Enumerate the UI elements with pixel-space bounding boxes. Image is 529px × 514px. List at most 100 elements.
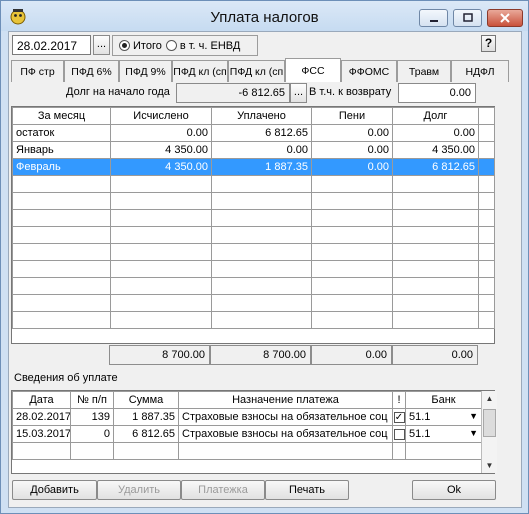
- pay-col-date[interactable]: Дата: [12, 391, 71, 409]
- col-penalty[interactable]: Пени: [311, 107, 393, 125]
- payments-scrollbar[interactable]: ▲ ▼: [481, 391, 497, 473]
- tax-payment-window: Уплата налогов 28.02.2017 ... Итого в т.…: [0, 0, 529, 514]
- monthly-empty-cell: [392, 209, 479, 227]
- tab-travm[interactable]: Травм: [397, 60, 451, 82]
- payment-cell-bank[interactable]: 51.1 ▼: [405, 425, 482, 443]
- payment-cell-date: 15.03.2017: [12, 425, 71, 443]
- tab-pfd-6[interactable]: ПФД 6%: [64, 60, 119, 82]
- refund-value[interactable]: 0.00: [398, 83, 476, 103]
- col-debt[interactable]: Долг: [392, 107, 479, 125]
- tab-fss[interactable]: ФСС: [285, 58, 341, 82]
- date-field[interactable]: 28.02.2017: [12, 35, 91, 55]
- pay-col-sum[interactable]: Сумма: [113, 391, 179, 409]
- radio-total-indicator: [119, 40, 130, 51]
- monthly-empty-row[interactable]: [12, 294, 495, 312]
- radio-envd[interactable]: в т. ч. ЕНВД: [165, 40, 240, 52]
- bank-value: 51.1: [409, 411, 431, 423]
- scroll-down-icon[interactable]: ▼: [482, 458, 497, 473]
- minimize-button[interactable]: [419, 9, 448, 27]
- col-paid[interactable]: Уплачено: [211, 107, 312, 125]
- tab-ffoms[interactable]: ФФОМС: [341, 60, 397, 82]
- monthly-row[interactable]: Февраль 4 350.00 1 887.35 0.00 6 812.65: [12, 158, 495, 176]
- radio-total[interactable]: Итого: [119, 40, 162, 52]
- maximize-icon: [462, 13, 473, 22]
- monthly-empty-row[interactable]: [12, 175, 495, 193]
- monthly-empty-cell: [311, 226, 393, 244]
- help-button[interactable]: ?: [481, 35, 496, 52]
- monthly-header-row: За месяц Исчислено Уплачено Пени Долг: [12, 107, 495, 125]
- payment-cell-checked: [392, 442, 406, 460]
- monthly-empty-cell: [392, 277, 479, 295]
- scroll-thumb[interactable]: [483, 409, 496, 437]
- refund-label: В т.ч. к возврату: [309, 86, 392, 98]
- total-paid: 8 700.00: [210, 345, 311, 365]
- monthly-empty-cell: [311, 175, 393, 193]
- tab-pfd-9[interactable]: ПФД 9%: [119, 60, 172, 82]
- add-button[interactable]: Добавить: [12, 480, 97, 500]
- payment-empty-row[interactable]: [12, 442, 482, 460]
- monthly-empty-cell: [110, 243, 212, 261]
- total-calculated: 8 700.00: [109, 345, 210, 365]
- monthly-empty-row[interactable]: [12, 226, 495, 244]
- monthly-empty-cell: [392, 311, 479, 329]
- tab-pf-str[interactable]: ПФ стр: [11, 60, 64, 82]
- payment-flag-checkbox[interactable]: ✓: [393, 411, 405, 423]
- payment-row[interactable]: 15.03.2017 0 6 812.65 Страховые взносы на о…: [12, 425, 482, 443]
- payments-header-row: Дата № п/п Сумма Назначение платежа ! Ба…: [12, 391, 482, 409]
- date-picker-button[interactable]: ...: [93, 35, 110, 55]
- pay-col-bank[interactable]: Банк: [405, 391, 482, 409]
- payment-cell-bank[interactable]: 51.1 ▼: [405, 408, 482, 426]
- monthly-empty-cell: [478, 141, 495, 159]
- total-debt: 0.00: [392, 345, 478, 365]
- monthly-empty-cell: [110, 311, 212, 329]
- monthly-cell: 4 350.00: [110, 158, 212, 176]
- payment-order-button[interactable]: Платежка: [181, 480, 265, 500]
- monthly-empty-cell: [478, 175, 495, 193]
- monthly-empty-row[interactable]: [12, 192, 495, 210]
- monthly-row[interactable]: остаток 0.00 6 812.65 0.00 0.00: [12, 124, 495, 142]
- print-button[interactable]: Печать: [265, 480, 349, 500]
- tab-ndfl[interactable]: НДФЛ: [451, 60, 509, 82]
- debt-details-button[interactable]: ...: [290, 83, 307, 103]
- col-calculated[interactable]: Исчислено: [110, 107, 212, 125]
- monthly-empty-cell: [392, 192, 479, 210]
- payment-cell-sum: 6 812.65: [113, 425, 179, 443]
- payment-row[interactable]: 28.02.2017 139 1 887.35 Страховые взносы на…: [12, 408, 482, 426]
- monthly-empty-cell: [12, 277, 111, 295]
- monthly-cell: 4 350.00: [110, 141, 212, 159]
- col-month[interactable]: За месяц: [12, 107, 111, 125]
- window-title: Уплата налогов: [210, 9, 319, 26]
- monthly-cell: 0.00: [311, 141, 393, 159]
- monthly-grid: За месяц Исчислено Уплачено Пени Долг ос…: [11, 106, 495, 344]
- chevron-down-icon[interactable]: ▼: [469, 428, 478, 438]
- monthly-empty-row[interactable]: [12, 277, 495, 295]
- monthly-empty-cell: [211, 311, 312, 329]
- monthly-empty-cell: [311, 243, 393, 261]
- payment-cell-purpose: Страховые взносы на обязательное соц: [178, 408, 393, 426]
- chevron-down-icon[interactable]: ▼: [469, 411, 478, 421]
- monthly-empty-cell: [211, 192, 312, 210]
- monthly-empty-row[interactable]: [12, 260, 495, 278]
- pay-col-purpose[interactable]: Назначение платежа: [178, 391, 393, 409]
- debt-value: -6 812.65: [176, 83, 290, 103]
- tab-pfd-kl-2[interactable]: ПФД кл (сп: [228, 60, 285, 82]
- monthly-empty-cell: [12, 311, 111, 329]
- monthly-row[interactable]: Январь 4 350.00 0.00 0.00 4 350.00: [12, 141, 495, 159]
- pay-col-number[interactable]: № п/п: [70, 391, 114, 409]
- monthly-empty-cell: [12, 209, 111, 227]
- monthly-empty-row[interactable]: [12, 311, 495, 329]
- pay-col-flag[interactable]: !: [392, 391, 406, 409]
- delete-button[interactable]: Удалить: [97, 480, 181, 500]
- monthly-cell: 6 812.65: [392, 158, 479, 176]
- payment-flag-checkbox[interactable]: [393, 428, 405, 440]
- monthly-empty-row[interactable]: [12, 209, 495, 227]
- close-button[interactable]: [487, 9, 523, 27]
- tab-pfd-kl-1[interactable]: ПФД кл (сп: [172, 60, 228, 82]
- monthly-empty-row[interactable]: [12, 243, 495, 261]
- monthly-empty-cell: [478, 124, 495, 142]
- monthly-empty-cell: [478, 226, 495, 244]
- payment-cell-bank: [405, 442, 482, 460]
- maximize-button[interactable]: [453, 9, 482, 27]
- ok-button[interactable]: Ok: [412, 480, 496, 500]
- scroll-up-icon[interactable]: ▲: [482, 391, 497, 406]
